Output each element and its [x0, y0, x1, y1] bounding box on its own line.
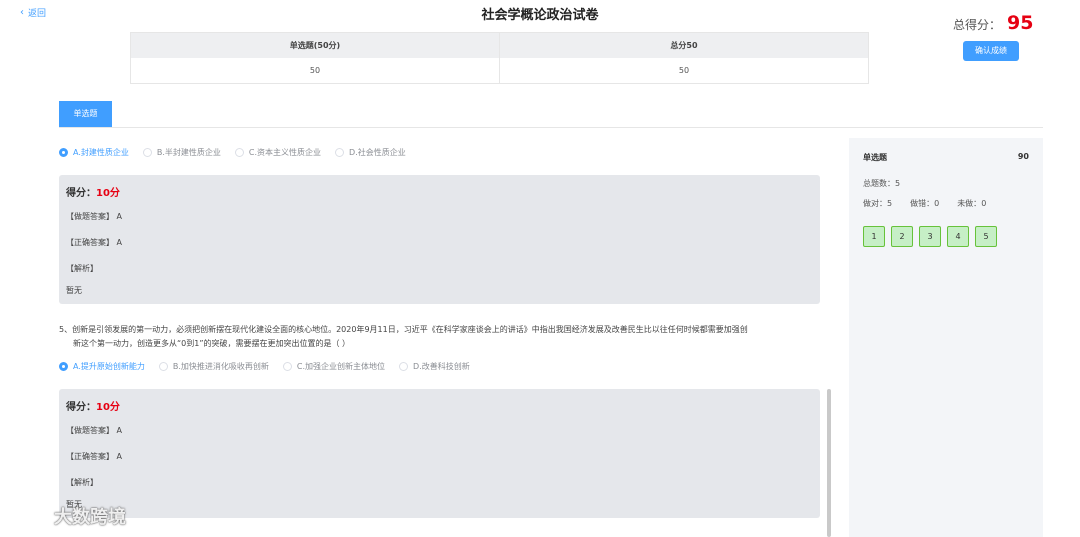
question-options: A.提升原始创新能力 B.加快推进消化吸收再创新 C.加强企业创新主体地位 D.… [59, 361, 484, 372]
option-d[interactable]: D.改善科技创新 [399, 361, 470, 372]
answer-stats: 做对：5 做错：0 未做：0 [863, 198, 986, 209]
tab-single-choice[interactable]: 单选题 [59, 101, 112, 127]
score-value: 10分 [96, 188, 120, 199]
correct-count: 做对：5 [863, 199, 893, 208]
answer-box: 得分：10分 【做题答案】 A 【正确答案】 A 【解析】 暂无 [59, 175, 820, 304]
option-c[interactable]: C.资本主义性质企业 [234, 147, 321, 158]
question-stem: 5、创新是引领发展的第一动力，必须把创新摆在现代化建设全面的核心地位。2020年… [59, 325, 748, 348]
radio-icon [234, 148, 244, 157]
wrong-count: 做错：0 [910, 199, 940, 208]
radio-checked-icon [59, 148, 68, 157]
question-options: A.封建性质企业 B.半封建性质企业 C.资本主义性质企业 D.社会性质企业 [59, 147, 420, 158]
question-number-button[interactable]: 1 [863, 226, 885, 247]
total-score-label: 总得分： [953, 18, 1002, 32]
answer-sheet-panel: 单选题 90 总题数：5 做对：5 做错：0 未做：0 1 2 3 4 5 [849, 138, 1043, 537]
analysis-label: 【解析】 [66, 264, 98, 273]
question-number-button[interactable]: 4 [947, 226, 969, 247]
watermark-logo-icon [12, 506, 48, 524]
panel-score: 90 [1017, 152, 1029, 161]
watermark: 大数跨境 [10, 503, 126, 529]
radio-icon [399, 362, 409, 371]
score-label: 得分： [66, 188, 96, 199]
analysis-label: 【解析】 [66, 478, 98, 487]
user-answer-line: 【做题答案】 A [66, 212, 123, 221]
question-number-grid: 1 2 3 4 5 [863, 226, 997, 247]
option-a[interactable]: A.提升原始创新能力 [59, 361, 145, 372]
question-number-button[interactable]: 2 [891, 226, 913, 247]
score-summary-table: 单选题(50分) 总分50 50 50 [130, 32, 869, 84]
confirm-score-button[interactable]: 确认成绩 [963, 41, 1019, 61]
question-number-button[interactable]: 3 [919, 226, 941, 247]
correct-answer-line: 【正确答案】 A [66, 452, 123, 461]
radio-checked-icon [59, 362, 68, 371]
radio-icon [282, 362, 292, 371]
total-score-value: 95 [1007, 12, 1034, 34]
option-c[interactable]: C.加强企业创新主体地位 [282, 361, 385, 372]
table-header-cell: 总分50 [499, 33, 868, 58]
tab-bar: 单选题 [59, 101, 1043, 128]
undone-count: 未做：0 [957, 199, 987, 208]
score-value: 10分 [96, 402, 120, 413]
table-header-cell: 单选题(50分) [131, 33, 499, 58]
radio-icon [142, 148, 152, 157]
table-cell: 50 [499, 58, 868, 83]
question-number-button[interactable]: 5 [975, 226, 997, 247]
radio-icon [335, 148, 345, 157]
user-answer-line: 【做题答案】 A [66, 426, 123, 435]
table-row: 50 50 [131, 58, 868, 83]
radio-icon [158, 362, 168, 371]
scrollbar[interactable] [827, 389, 831, 537]
total-score: 总得分： 95 [953, 12, 1033, 34]
page-title: 社会学概论政治试卷 [481, 8, 599, 23]
option-b[interactable]: B.半封建性质企业 [142, 147, 221, 158]
total-questions: 总题数：5 [863, 179, 901, 188]
score-line: 得分：10分 [66, 184, 120, 199]
score-line: 得分：10分 [66, 398, 120, 413]
answer-box: 得分：10分 【做题答案】 A 【正确答案】 A 【解析】 暂无 [59, 389, 820, 518]
option-d[interactable]: D.社会性质企业 [335, 147, 406, 158]
table-header-row: 单选题(50分) 总分50 [131, 33, 868, 58]
panel-title: 单选题 [863, 153, 887, 162]
analysis-text: 暂无 [66, 286, 82, 295]
watermark-text: 大数跨境 [54, 507, 126, 528]
table-cell: 50 [309, 66, 321, 75]
correct-answer-line: 【正确答案】 A [66, 238, 123, 247]
option-a[interactable]: A.封建性质企业 [59, 147, 129, 158]
option-b[interactable]: B.加快推进消化吸收再创新 [158, 361, 269, 372]
score-label: 得分： [66, 402, 96, 413]
